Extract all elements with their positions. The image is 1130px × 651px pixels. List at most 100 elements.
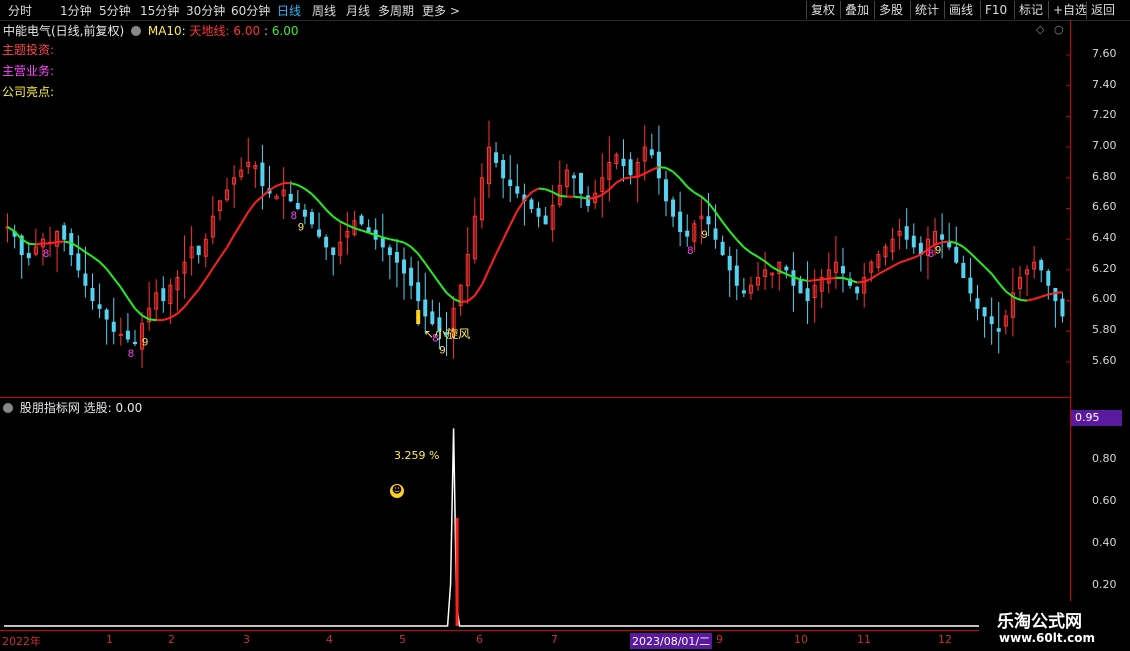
candle-body <box>707 217 710 224</box>
ma10-line-segment <box>100 262 107 269</box>
ma10-line-segment <box>93 257 100 262</box>
candlestick-chart[interactable]: 88989898989↖小旋风 <box>0 0 1070 630</box>
ma10-line-segment <box>666 168 673 172</box>
ma10-line-segment <box>206 268 213 279</box>
side-info-strip[interactable] <box>1118 20 1130 400</box>
ma10-line-segment <box>163 318 170 320</box>
price-tick: 7.00 <box>1092 139 1117 152</box>
ma10-line-segment <box>574 197 581 198</box>
candle-body <box>119 334 122 335</box>
month-label: 6 <box>476 633 483 646</box>
price-tick: 6.80 <box>1092 170 1117 183</box>
ma10-line-segment <box>277 183 284 186</box>
month-label: 12 <box>938 633 952 646</box>
ma10-line-segment <box>404 243 411 247</box>
watermark-title: 乐淘公式网 <box>997 607 1082 632</box>
ma10-line-segment <box>185 298 192 307</box>
ma10-line-segment <box>425 263 432 273</box>
candle-body <box>1054 288 1057 300</box>
ma10-line-segment <box>291 183 298 185</box>
ma10-line-segment <box>963 247 970 253</box>
ma10-line-segment <box>992 274 999 283</box>
indicator-tick: 0.60 <box>1092 494 1117 507</box>
ma10-line-segment <box>687 187 694 193</box>
ma10-line-segment <box>645 170 652 174</box>
ma10-line-segment <box>893 263 900 267</box>
candle-body <box>990 317 993 324</box>
cursor-date-label: 2023/08/01/二 <box>630 633 712 649</box>
ma10-line-segment <box>121 287 128 298</box>
magic-nine-marker: 9 <box>142 337 148 349</box>
candle-body <box>806 289 809 301</box>
candle-body <box>77 254 80 270</box>
candle-body <box>650 150 653 155</box>
ma10-line-segment <box>418 254 425 264</box>
candle-body <box>544 216 547 224</box>
ma10-line-segment <box>482 269 489 284</box>
magic-nine-marker: 8 <box>43 248 49 260</box>
month-label: 10 <box>794 633 808 646</box>
ma10-line-segment <box>914 255 921 258</box>
candle-body <box>721 242 724 254</box>
ma10-line-segment <box>539 189 546 190</box>
month-label: 11 <box>857 633 871 646</box>
watermark-url: www.60lt.com <box>999 631 1095 645</box>
candle-body <box>105 310 108 319</box>
ma10-line-segment <box>744 247 751 252</box>
ma10-line-segment <box>475 285 482 296</box>
ma10-line-segment <box>970 253 977 260</box>
candle-body <box>197 246 200 254</box>
ma10-line-segment <box>900 260 907 262</box>
ma10-line-segment <box>78 247 85 252</box>
ma10-line-segment <box>1020 300 1027 301</box>
candle-body <box>785 267 788 270</box>
ma10-line-segment <box>114 278 121 287</box>
candle-body <box>516 187 519 193</box>
ma10-line-segment <box>701 197 708 203</box>
ma10-line-segment <box>708 203 715 212</box>
ma10-line-segment <box>241 212 248 224</box>
candle-body <box>162 289 165 301</box>
candle-body <box>912 236 915 247</box>
ma10-line-segment <box>234 224 241 236</box>
ma10-line-segment <box>956 243 963 247</box>
price-tick: 6.00 <box>1092 292 1117 305</box>
candle-body <box>962 263 965 277</box>
price-tick: 7.60 <box>1092 47 1117 60</box>
candle-body <box>91 289 94 301</box>
ma10-line-segment <box>531 189 538 193</box>
magic-nine-marker: 9 <box>439 344 445 356</box>
ma10-line-segment <box>170 314 177 318</box>
ma10-line-segment <box>878 270 885 274</box>
ma10-line-segment <box>730 231 737 239</box>
candle-body <box>841 267 844 273</box>
ma10-line-segment <box>843 278 850 280</box>
candle-body <box>799 281 802 293</box>
candle-body <box>714 229 717 239</box>
candle-body <box>679 212 682 231</box>
ma10-line-segment <box>673 172 680 179</box>
candle-body <box>98 305 101 308</box>
candle-body <box>983 308 986 316</box>
candle-body <box>417 283 420 301</box>
ma10-line-segment <box>1034 297 1041 299</box>
back-button[interactable]: 返回 <box>1086 1 1119 19</box>
ma10-line-segment <box>227 235 234 247</box>
ma10-line-segment <box>213 258 220 269</box>
ma10-line-segment <box>447 293 454 299</box>
candle-body <box>672 200 675 216</box>
ma10-line-segment <box>857 282 864 283</box>
ma10-line-segment <box>85 252 92 257</box>
ma10-line-segment <box>149 319 156 320</box>
candle-body <box>686 231 689 236</box>
candle-body <box>332 248 335 255</box>
ma10-line-segment <box>1027 299 1034 301</box>
indicator-line <box>4 428 1066 626</box>
ma10-line-segment <box>333 217 340 222</box>
price-tick: 6.60 <box>1092 200 1117 213</box>
indicator-tick: 0.20 <box>1092 578 1117 591</box>
price-tick: 7.20 <box>1092 108 1117 121</box>
ma10-line-segment <box>942 242 949 243</box>
ma10-line-segment <box>489 254 496 269</box>
candle-body <box>395 253 398 263</box>
